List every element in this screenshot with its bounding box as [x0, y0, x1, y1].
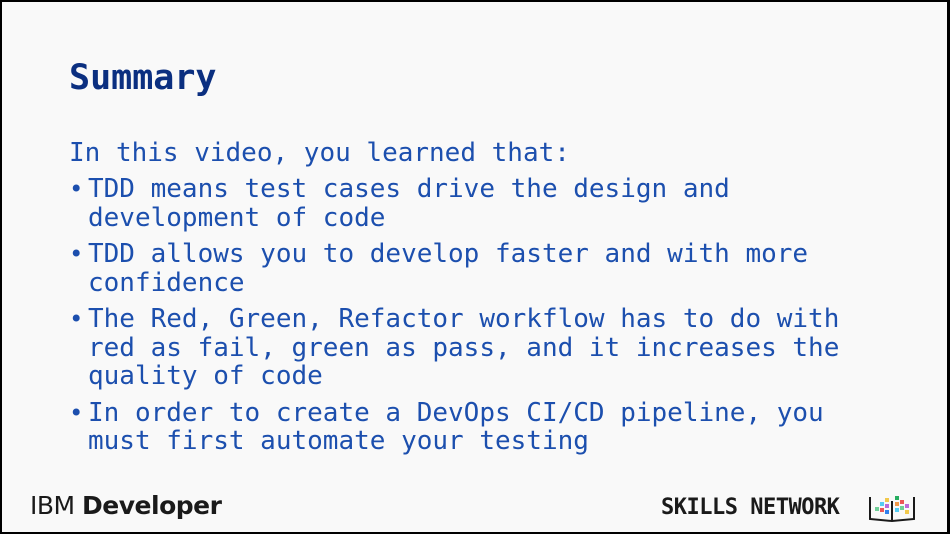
list-item: • The Red, Green, Refactor workflow has … — [69, 305, 919, 391]
slide-title: Summary — [69, 58, 217, 98]
ibm-brand-bold: Developer — [82, 491, 222, 520]
intro-text: In this video, you learned that: — [69, 138, 570, 168]
bullet-dot: • — [69, 398, 84, 427]
list-item: • TDD means test cases drive the design … — [69, 175, 919, 232]
bullet-line: TDD allows you to develop faster and wit… — [88, 239, 809, 269]
bullet-text: TDD means test cases drive the design an… — [88, 175, 730, 232]
bullet-dot: • — [69, 240, 84, 268]
bullet-line: The Red, Green, Refactor workflow has to… — [88, 304, 840, 334]
bullet-list: • TDD means test cases drive the design … — [69, 175, 919, 464]
bullet-line: quality of code — [88, 361, 323, 391]
bullet-line: In order to create a DevOps CI/CD pipeli… — [88, 397, 824, 428]
slide: Summary In this video, you learned that:… — [2, 2, 947, 532]
bullet-line: must first automate your testing — [88, 426, 589, 456]
ibm-brand-light: IBM — [30, 491, 83, 520]
bullet-text: In order to create a DevOps CI/CD pipeli… — [88, 397, 824, 456]
bullet-dot: • — [69, 175, 84, 203]
ibm-developer-logo: IBM Developer — [30, 491, 222, 520]
bullet-line: red as fail, green as pass, and it incre… — [88, 332, 840, 363]
list-item: • In order to create a DevOps CI/CD pipe… — [69, 397, 919, 456]
bullet-line: TDD means test cases drive the design an… — [88, 174, 730, 204]
skills-network-label: SKILLS NETWORK — [661, 495, 840, 520]
bullet-text: The Red, Green, Refactor workflow has to… — [88, 305, 839, 391]
bullet-dot: • — [69, 305, 84, 333]
bullet-text: TDD allows you to develop faster and wit… — [88, 240, 808, 297]
book-pixel-icon — [869, 496, 915, 523]
bullet-line: confidence — [88, 267, 245, 298]
bullet-line: development of code — [88, 202, 386, 233]
list-item: • TDD allows you to develop faster and w… — [69, 240, 919, 297]
